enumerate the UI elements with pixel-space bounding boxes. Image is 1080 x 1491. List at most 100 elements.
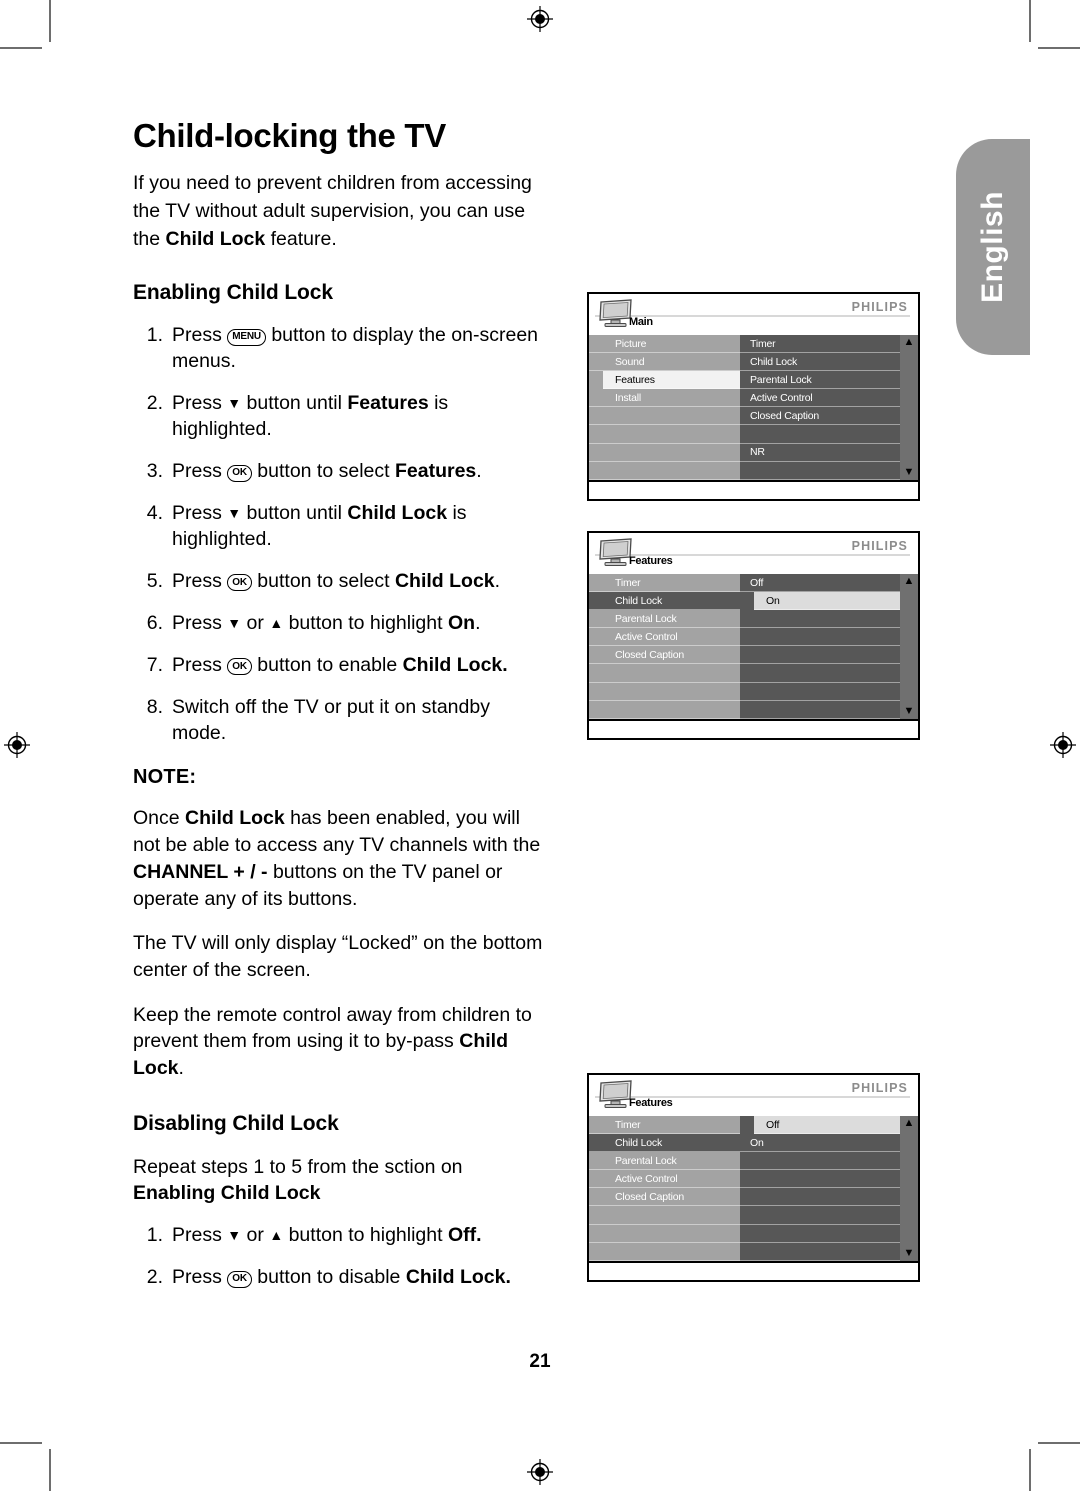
osd-row bbox=[740, 1225, 918, 1243]
osd-body: Timer Child Lock Parental Lock Active Co… bbox=[589, 1116, 918, 1261]
osd-row[interactable]: NR bbox=[740, 444, 918, 462]
scroll-up-arrow-icon[interactable]: ▲ bbox=[900, 337, 918, 348]
content-column: Child-locking the TV If you need to prev… bbox=[133, 117, 543, 1307]
scroll-up-arrow-icon[interactable]: ▲ bbox=[900, 1118, 918, 1129]
osd-row bbox=[589, 664, 740, 683]
step-number: 6. bbox=[146, 611, 163, 634]
crop-mark-top-right-horizontal bbox=[1038, 47, 1080, 49]
scroll-down-arrow-icon[interactable]: ▼ bbox=[900, 706, 918, 717]
osd-row bbox=[740, 646, 918, 665]
list-item: 1. Press ▼ or ▲ button to highlight Off. bbox=[133, 1223, 543, 1249]
osd-row[interactable]: Closed Caption bbox=[740, 407, 918, 426]
osd-row-selected[interactable]: Child Lock bbox=[589, 592, 740, 611]
crop-mark-top-left-vertical bbox=[49, 0, 51, 42]
osd-header: Features PHILIPS bbox=[589, 533, 918, 574]
ok-button-icon: OK bbox=[227, 464, 252, 482]
osd-row[interactable]: Active Control bbox=[589, 628, 740, 647]
osd-row bbox=[740, 1243, 918, 1261]
section-heading-disabling: Disabling Child Lock bbox=[133, 1111, 339, 1135]
osd-footer bbox=[589, 719, 918, 738]
list-item: 3. Press OK button to select Features. bbox=[133, 459, 543, 485]
osd-row[interactable]: Active Control bbox=[740, 389, 918, 408]
step-text-bold: Off. bbox=[447, 1224, 482, 1247]
step-text-bold: On bbox=[447, 611, 476, 634]
osd-menu-label: Main bbox=[629, 316, 653, 328]
note1-p1: Once bbox=[133, 807, 186, 830]
note3-p2: . bbox=[178, 1057, 184, 1080]
osd-body: Timer Child Lock Parental Lock Active Co… bbox=[589, 574, 918, 719]
note-paragraph-2: The TV will only display “Locked” on the… bbox=[133, 930, 543, 983]
osd-row[interactable]: Timer bbox=[740, 335, 918, 354]
osd-row[interactable]: Closed Caption bbox=[589, 1188, 740, 1207]
list-item: 6. Press ▼ or ▲ button to highlight On. bbox=[133, 611, 543, 637]
crop-mark-bottom-left-horizontal bbox=[0, 1442, 42, 1444]
osd-row bbox=[589, 444, 740, 462]
osd-screenshot-features-off: Features PHILIPS Timer Child Lock Parent… bbox=[587, 1073, 920, 1282]
osd-screenshot-features-on: Features PHILIPS Timer Child Lock Parent… bbox=[587, 531, 920, 740]
osd-row[interactable]: Child Lock bbox=[740, 353, 918, 372]
list-item: 4. Press ▼ button until Child Lock is hig… bbox=[133, 501, 543, 553]
osd-row[interactable]: Picture bbox=[589, 335, 740, 354]
osd-row-selected[interactable]: Features bbox=[603, 371, 740, 390]
arrow-down-icon: ▼ bbox=[227, 1227, 242, 1244]
step-text-post: . bbox=[494, 569, 501, 592]
ok-button-icon: OK bbox=[227, 574, 252, 592]
scroll-down-arrow-icon[interactable]: ▼ bbox=[900, 467, 918, 478]
step-number: 1. bbox=[146, 1224, 163, 1247]
ok-button-icon: OK bbox=[227, 658, 252, 676]
list-item: 2. Press ▼ button until Features is highl… bbox=[133, 391, 543, 443]
osd-row bbox=[740, 664, 918, 683]
osd-row[interactable]: Parental Lock bbox=[740, 371, 918, 390]
osd-row[interactable]: On bbox=[740, 1134, 918, 1153]
crop-mark-bottom-right-horizontal bbox=[1038, 1442, 1080, 1444]
language-tab-label: English bbox=[976, 191, 1009, 303]
osd-row[interactable]: Active Control bbox=[589, 1170, 740, 1189]
philips-logo: PHILIPS bbox=[851, 539, 908, 553]
page-number: 21 bbox=[529, 1351, 551, 1372]
step-text-mid: button to select bbox=[251, 569, 395, 592]
osd-row[interactable]: Sound bbox=[589, 353, 740, 372]
note2-p1: The TV will only display “Locked” on the… bbox=[133, 932, 543, 981]
disabling-repeat-paragraph: Repeat steps 1 to 5 from the sction on E… bbox=[133, 1154, 543, 1207]
osd-scrollbar[interactable]: ▲ ▼ bbox=[900, 1116, 918, 1261]
osd-row[interactable]: Closed Caption bbox=[589, 646, 740, 665]
osd-left-column: Picture Sound Features Install bbox=[589, 335, 740, 480]
philips-logo: PHILIPS bbox=[851, 300, 908, 314]
osd-row-selected[interactable]: On bbox=[754, 592, 900, 611]
osd-row[interactable]: Install bbox=[589, 389, 740, 408]
osd-row bbox=[740, 462, 918, 480]
language-tab: English bbox=[956, 139, 1030, 355]
crop-mark-top-left-horizontal bbox=[0, 47, 42, 49]
note-paragraph-3: Keep the remote control away from childr… bbox=[133, 1002, 543, 1082]
step-number: 3. bbox=[146, 460, 163, 483]
step-text-mid: button until bbox=[241, 392, 348, 415]
registration-mark-top bbox=[527, 6, 553, 32]
enabling-steps-list: 1. Press MENU button to display the on-sc… bbox=[133, 323, 543, 746]
osd-row bbox=[740, 610, 918, 629]
osd-row-selected[interactable]: Child Lock bbox=[589, 1134, 740, 1153]
step-text-mid: button until bbox=[241, 501, 348, 524]
osd-row bbox=[740, 683, 918, 701]
osd-row[interactable]: Timer bbox=[589, 574, 740, 593]
step-text-bold: Child Lock bbox=[347, 501, 448, 524]
scroll-down-arrow-icon[interactable]: ▼ bbox=[900, 1248, 918, 1259]
osd-row[interactable]: Parental Lock bbox=[589, 610, 740, 629]
step-text-bold: Child Lock bbox=[394, 569, 495, 592]
step-number: 4. bbox=[146, 501, 163, 524]
osd-left-column: Timer Child Lock Parental Lock Active Co… bbox=[589, 1116, 740, 1261]
osd-scrollbar[interactable]: ▲ ▼ bbox=[900, 335, 918, 480]
osd-row[interactable]: Off bbox=[740, 574, 918, 593]
osd-right-column: Off On ▲ ▼ bbox=[740, 574, 918, 719]
osd-row-selected[interactable]: Off bbox=[754, 1116, 900, 1135]
osd-right-column: Timer Child Lock Parental Lock Active Co… bbox=[740, 335, 918, 480]
osd-row[interactable]: Timer bbox=[589, 1116, 740, 1135]
arrow-down-icon: ▼ bbox=[227, 504, 242, 521]
osd-scrollbar[interactable]: ▲ ▼ bbox=[900, 574, 918, 719]
step-text-bold: Child Lock. bbox=[405, 1266, 511, 1289]
osd-row bbox=[740, 701, 918, 719]
step-text-pre: Press bbox=[172, 653, 228, 676]
osd-row[interactable]: Parental Lock bbox=[589, 1152, 740, 1171]
osd-menu-label: Features bbox=[629, 1097, 673, 1109]
scroll-up-arrow-icon[interactable]: ▲ bbox=[900, 576, 918, 587]
step-text-bold: Child Lock. bbox=[402, 653, 508, 676]
